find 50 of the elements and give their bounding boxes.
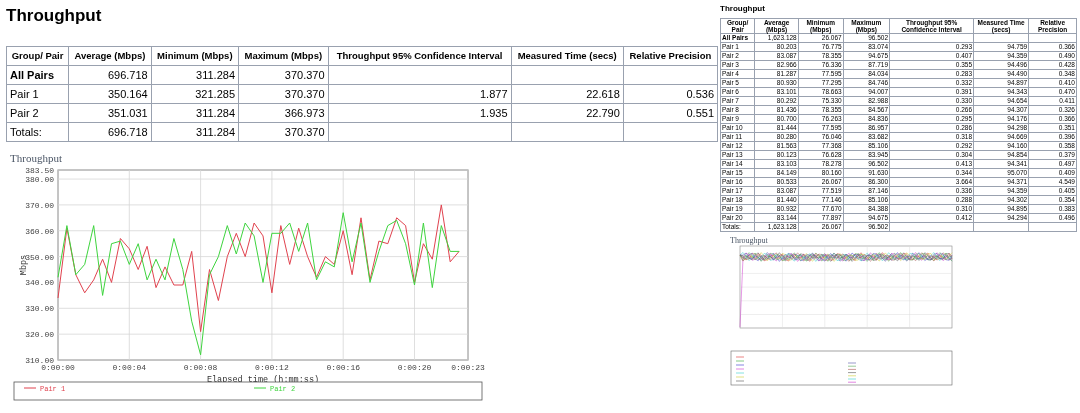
- report-title: Throughput: [6, 6, 103, 26]
- table-cell: 1.935: [328, 103, 511, 123]
- table-cell: 311.284: [151, 65, 239, 85]
- table-cell: 350.164: [68, 84, 152, 104]
- row-label: Pair 1: [6, 84, 69, 104]
- axis-tick-label: 330.00: [25, 304, 54, 314]
- axis-tick-label: 370.00: [25, 200, 54, 210]
- axis-tick-label: 350.00: [25, 252, 54, 262]
- table-cell: 696.718: [68, 122, 152, 142]
- report-title: Throughput: [720, 4, 766, 14]
- table-cell: 366.973: [238, 103, 329, 123]
- axis-tick-label: 0:00:20: [397, 363, 432, 372]
- table-cell: 370.370: [238, 122, 329, 142]
- column-header: Minimum (Mbps): [151, 46, 239, 66]
- chart-title: Throughput: [10, 152, 63, 164]
- row-label: Pair 2: [6, 103, 69, 123]
- table-cell: 0.551: [623, 103, 718, 123]
- axis-tick-label: 320.00: [25, 330, 54, 340]
- column-header: Throughput 95% Confidence Interval: [328, 46, 511, 66]
- table-cell: 0.536: [623, 84, 718, 104]
- axis-tick-label: 0:00:12: [255, 363, 289, 372]
- chart-title: Throughput: [730, 236, 769, 245]
- axis-title: Elapsed time (h:mm:ss): [206, 375, 320, 385]
- column-header: Average (Mbps): [68, 46, 152, 66]
- column-header: Maximum (Mbps): [238, 46, 329, 66]
- axis-tick-label: 0:00:04: [112, 363, 147, 372]
- table-cell: 370.370: [238, 84, 329, 104]
- axis-tick-label: 0:00:00: [41, 363, 75, 372]
- column-header: Group/ Pair: [6, 46, 69, 66]
- axis-tick-label: 360.00: [25, 226, 54, 236]
- row-label: All Pairs: [6, 65, 69, 85]
- row-label: Totals:: [6, 122, 69, 142]
- table-cell: 311.284: [151, 103, 239, 123]
- table-cell: 1.877: [328, 84, 511, 104]
- table-cell: 321.285: [151, 84, 239, 104]
- axis-tick-label: 383.50: [25, 166, 54, 175]
- axis-tick-label: 0:00:16: [326, 363, 360, 372]
- table-cell: 311.284: [151, 122, 239, 142]
- axis-tick-label: 380.00: [25, 175, 54, 185]
- axis-tick-label: 0:00:08: [183, 363, 218, 372]
- column-header: Measured Time (secs): [511, 46, 624, 66]
- column-header: Relative Precision: [623, 46, 718, 66]
- table-cell: 22.790: [511, 103, 624, 123]
- axis-tick-label: 340.00: [25, 278, 54, 288]
- axis-tick-label: 0:00:23: [451, 363, 485, 372]
- axis-tick-label: 310.00: [25, 356, 54, 365]
- table-cell: 351.031: [68, 103, 152, 123]
- table-cell: 696.718: [68, 65, 152, 85]
- table-cell: 370.370: [238, 65, 329, 85]
- table-cell: 22.618: [511, 84, 624, 104]
